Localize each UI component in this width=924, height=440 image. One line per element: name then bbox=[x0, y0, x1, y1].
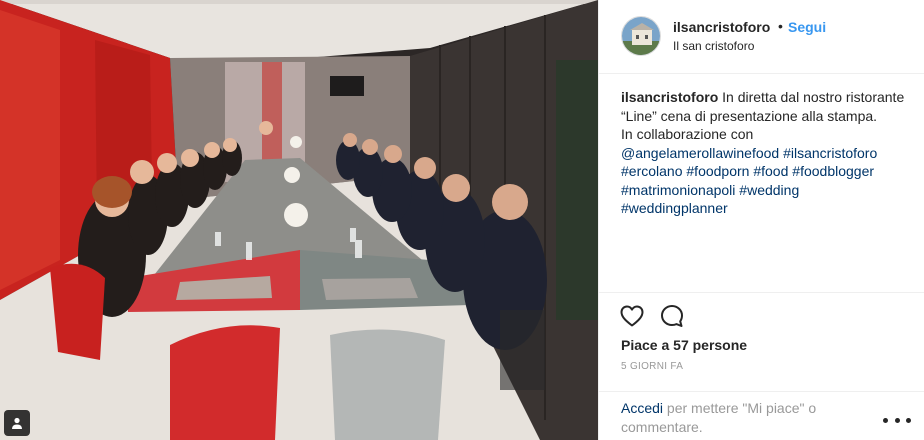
hashtag-link[interactable]: #food bbox=[753, 163, 788, 179]
post-actions: Piace a 57 persone 5 GIORNI FA Accedi pe… bbox=[599, 292, 924, 440]
comment-button[interactable] bbox=[659, 303, 685, 329]
post-sidebar: ilsancristoforo • Segui Il san cristofor… bbox=[598, 0, 924, 440]
tagged-people-button[interactable] bbox=[4, 410, 30, 436]
restaurant-dinner-photo bbox=[0, 0, 598, 440]
follow-button[interactable]: Segui bbox=[788, 19, 826, 35]
login-prompt: Accedi per mettere "Mi piace" o commenta… bbox=[621, 399, 851, 437]
avatar-image bbox=[622, 17, 660, 55]
post-header: ilsancristoforo • Segui Il san cristofor… bbox=[599, 0, 924, 74]
caption-collab-text: In collaborazione con bbox=[621, 126, 754, 142]
heart-outline-icon bbox=[620, 305, 644, 327]
mention-link[interactable]: @angelamerollawinefood bbox=[621, 145, 779, 161]
comment-login-row: Accedi per mettere "Mi piace" o commenta… bbox=[599, 391, 924, 440]
caption-username-link[interactable]: ilsancristoforo bbox=[621, 89, 718, 105]
hashtag-link[interactable]: #wedding bbox=[739, 182, 799, 198]
hashtag-link[interactable]: #matrimonionapoli bbox=[621, 182, 735, 198]
more-options-icon bbox=[906, 417, 911, 423]
hashtag-link[interactable]: #weddingplanner bbox=[621, 200, 728, 216]
post-caption: ilsancristoforo In diretta dal nostro ri… bbox=[621, 88, 909, 218]
comment-bubble-icon bbox=[661, 305, 683, 327]
login-link[interactable]: Accedi bbox=[621, 400, 663, 416]
hashtag-link[interactable]: #ilsancristoforo bbox=[783, 145, 877, 161]
like-button[interactable] bbox=[619, 303, 645, 329]
hashtag-link[interactable]: #foodporn bbox=[686, 163, 749, 179]
post-timestamp[interactable]: 5 GIORNI FA bbox=[621, 361, 683, 372]
more-options-icon bbox=[883, 417, 888, 423]
person-tag-icon bbox=[12, 417, 22, 429]
avatar[interactable] bbox=[621, 16, 661, 56]
separator-dot: • bbox=[778, 18, 783, 34]
likes-count[interactable]: Piace a 57 persone bbox=[621, 337, 747, 353]
post-photo[interactable] bbox=[0, 0, 598, 440]
more-options-icon bbox=[894, 417, 900, 423]
location-link[interactable]: Il san cristoforo bbox=[673, 39, 754, 53]
hashtag-link[interactable]: #ercolano bbox=[621, 163, 683, 179]
hashtag-link[interactable]: #foodblogger bbox=[792, 163, 874, 179]
more-options-button[interactable] bbox=[883, 412, 911, 428]
username-link[interactable]: ilsancristoforo bbox=[673, 19, 770, 35]
